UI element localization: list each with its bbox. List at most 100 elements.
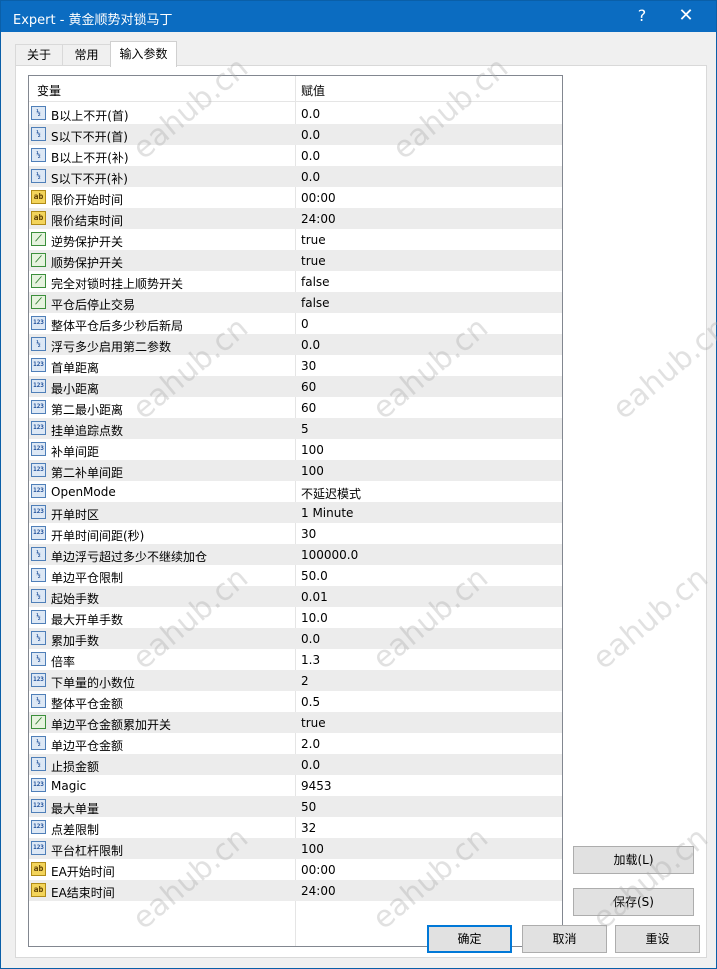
param-value[interactable]: 9453 — [301, 779, 332, 793]
table-row[interactable]: ⟋ 单边平仓金额累加开关 true — [29, 712, 562, 733]
param-name: 顺势保护开关 — [51, 256, 124, 270]
param-value[interactable]: 0.0 — [301, 107, 320, 121]
table-row[interactable]: ½ 单边浮亏超过多少不继续加仓 100000.0 — [29, 544, 562, 565]
param-value[interactable]: 不延迟模式 — [301, 485, 361, 502]
table-row[interactable]: 123 最大单量 50 — [29, 796, 562, 817]
table-row[interactable]: 123 第二最小距离 60 — [29, 397, 562, 418]
table-row[interactable]: ½ 整体平仓金额 0.5 — [29, 691, 562, 712]
reset-button[interactable]: 重设 — [615, 925, 700, 953]
table-row[interactable]: 123 开单时区 1 Minute — [29, 502, 562, 523]
param-value[interactable]: 100000.0 — [301, 548, 358, 562]
table-row[interactable]: ½ 浮亏多少启用第二参数 0.0 — [29, 334, 562, 355]
param-value[interactable]: 50 — [301, 800, 316, 814]
ok-button[interactable]: 确定 — [427, 925, 512, 953]
table-row[interactable]: ½ 止损金额 0.0 — [29, 754, 562, 775]
table-row[interactable]: 123 点差限制 32 — [29, 817, 562, 838]
param-value[interactable]: false — [301, 296, 330, 310]
table-row[interactable]: 123 下单量的小数位 2 — [29, 670, 562, 691]
table-row[interactable]: ½ 倍率 1.3 — [29, 649, 562, 670]
param-value[interactable]: 0.5 — [301, 695, 320, 709]
column-value-header[interactable]: 赋值 — [301, 82, 325, 99]
num-type-icon: ½ — [31, 148, 46, 162]
table-row[interactable]: ½ 单边平仓限制 50.0 — [29, 565, 562, 586]
param-value[interactable]: 2 — [301, 674, 309, 688]
param-value[interactable]: 30 — [301, 359, 316, 373]
table-row[interactable]: ab EA结束时间 24:00 — [29, 880, 562, 901]
param-value[interactable]: 100 — [301, 842, 324, 856]
param-value[interactable]: 0.0 — [301, 128, 320, 142]
param-value[interactable]: 10.0 — [301, 611, 328, 625]
table-row[interactable]: ½ 起始手数 0.01 — [29, 586, 562, 607]
table-row[interactable]: ab 限价结束时间 24:00 — [29, 208, 562, 229]
table-row[interactable]: ½ S以下不开(首) 0.0 — [29, 124, 562, 145]
param-value[interactable]: 50.0 — [301, 569, 328, 583]
param-value[interactable]: 100 — [301, 464, 324, 478]
close-icon[interactable]: ✕ — [671, 5, 701, 27]
table-row[interactable]: 123 整体平仓后多少秒后新局 0 — [29, 313, 562, 334]
table-row[interactable]: 123 挂单追踪点数 5 — [29, 418, 562, 439]
table-row[interactable]: ½ 累加手数 0.0 — [29, 628, 562, 649]
param-value[interactable]: 0.0 — [301, 149, 320, 163]
param-name: B以上不开(首) — [51, 109, 129, 123]
table-row[interactable]: ⟋ 完全对锁时挂上顺势开关 false — [29, 271, 562, 292]
str-type-icon: ab — [31, 211, 46, 225]
param-value[interactable]: 60 — [301, 401, 316, 415]
table-row[interactable]: 123 Magic 9453 — [29, 775, 562, 796]
int-type-icon: 123 — [31, 421, 46, 435]
save-button[interactable]: 保存(S) — [573, 888, 694, 916]
table-row[interactable]: ½ B以上不开(补) 0.0 — [29, 145, 562, 166]
table-row[interactable]: ½ 最大开单手数 10.0 — [29, 607, 562, 628]
table-row[interactable]: 123 开单时间间距(秒) 30 — [29, 523, 562, 544]
table-row[interactable]: 123 OpenMode 不延迟模式 — [29, 481, 562, 502]
param-value[interactable]: true — [301, 254, 326, 268]
table-row[interactable]: ½ 单边平仓金额 2.0 — [29, 733, 562, 754]
load-button[interactable]: 加载(L) — [573, 846, 694, 874]
cancel-button[interactable]: 取消 — [522, 925, 607, 953]
param-value[interactable]: 2.0 — [301, 737, 320, 751]
param-value[interactable]: 0.01 — [301, 590, 328, 604]
parameters-grid[interactable]: 变量 赋值 ½ B以上不开(首) 0.0 ½ S以下不开(首) 0.0 ½ B以上不开(补) 0… — [28, 75, 563, 947]
table-row[interactable]: 123 最小距离 60 — [29, 376, 562, 397]
param-value[interactable]: 00:00 — [301, 191, 336, 205]
param-name: 浮亏多少启用第二参数 — [51, 340, 172, 354]
param-value[interactable]: 30 — [301, 527, 316, 541]
table-row[interactable]: 123 首单距离 30 — [29, 355, 562, 376]
param-value[interactable]: true — [301, 716, 326, 730]
param-value[interactable]: 24:00 — [301, 212, 336, 226]
tab-inputs[interactable]: 输入参数 — [110, 41, 177, 67]
str-type-icon: ab — [31, 862, 46, 876]
column-variable-header[interactable]: 变量 — [37, 82, 61, 99]
param-value[interactable]: 24:00 — [301, 884, 336, 898]
tab-common[interactable]: 常用 — [62, 44, 111, 66]
table-row[interactable]: ab EA开始时间 00:00 — [29, 859, 562, 880]
table-row[interactable]: ⟋ 平仓后停止交易 false — [29, 292, 562, 313]
param-value[interactable]: 0.0 — [301, 758, 320, 772]
str-type-icon: ab — [31, 190, 46, 204]
param-value[interactable]: 0.0 — [301, 632, 320, 646]
int-type-icon: 123 — [31, 463, 46, 477]
param-value[interactable]: 60 — [301, 380, 316, 394]
param-value[interactable]: 100 — [301, 443, 324, 457]
int-type-icon: 123 — [31, 778, 46, 792]
param-name: 累加手数 — [51, 634, 100, 648]
param-value[interactable]: 1.3 — [301, 653, 320, 667]
table-row[interactable]: 123 补单间距 100 — [29, 439, 562, 460]
param-value[interactable]: 0.0 — [301, 170, 320, 184]
table-row[interactable]: ½ S以下不开(补) 0.0 — [29, 166, 562, 187]
table-row[interactable]: 123 第二补单间距 100 — [29, 460, 562, 481]
param-value[interactable]: 5 — [301, 422, 309, 436]
param-value[interactable]: 0.0 — [301, 338, 320, 352]
help-icon[interactable]: ? — [627, 5, 657, 27]
param-value[interactable]: false — [301, 275, 330, 289]
table-row[interactable]: ab 限价开始时间 00:00 — [29, 187, 562, 208]
param-value[interactable]: true — [301, 233, 326, 247]
table-row[interactable]: ⟋ 逆势保护开关 true — [29, 229, 562, 250]
param-value[interactable]: 1 Minute — [301, 506, 353, 520]
param-value[interactable]: 0 — [301, 317, 309, 331]
param-value[interactable]: 32 — [301, 821, 316, 835]
tab-about[interactable]: 关于 — [15, 44, 63, 66]
param-value[interactable]: 00:00 — [301, 863, 336, 877]
table-row[interactable]: ⟋ 顺势保护开关 true — [29, 250, 562, 271]
table-row[interactable]: 123 平台杠杆限制 100 — [29, 838, 562, 859]
table-row[interactable]: ½ B以上不开(首) 0.0 — [29, 103, 562, 124]
